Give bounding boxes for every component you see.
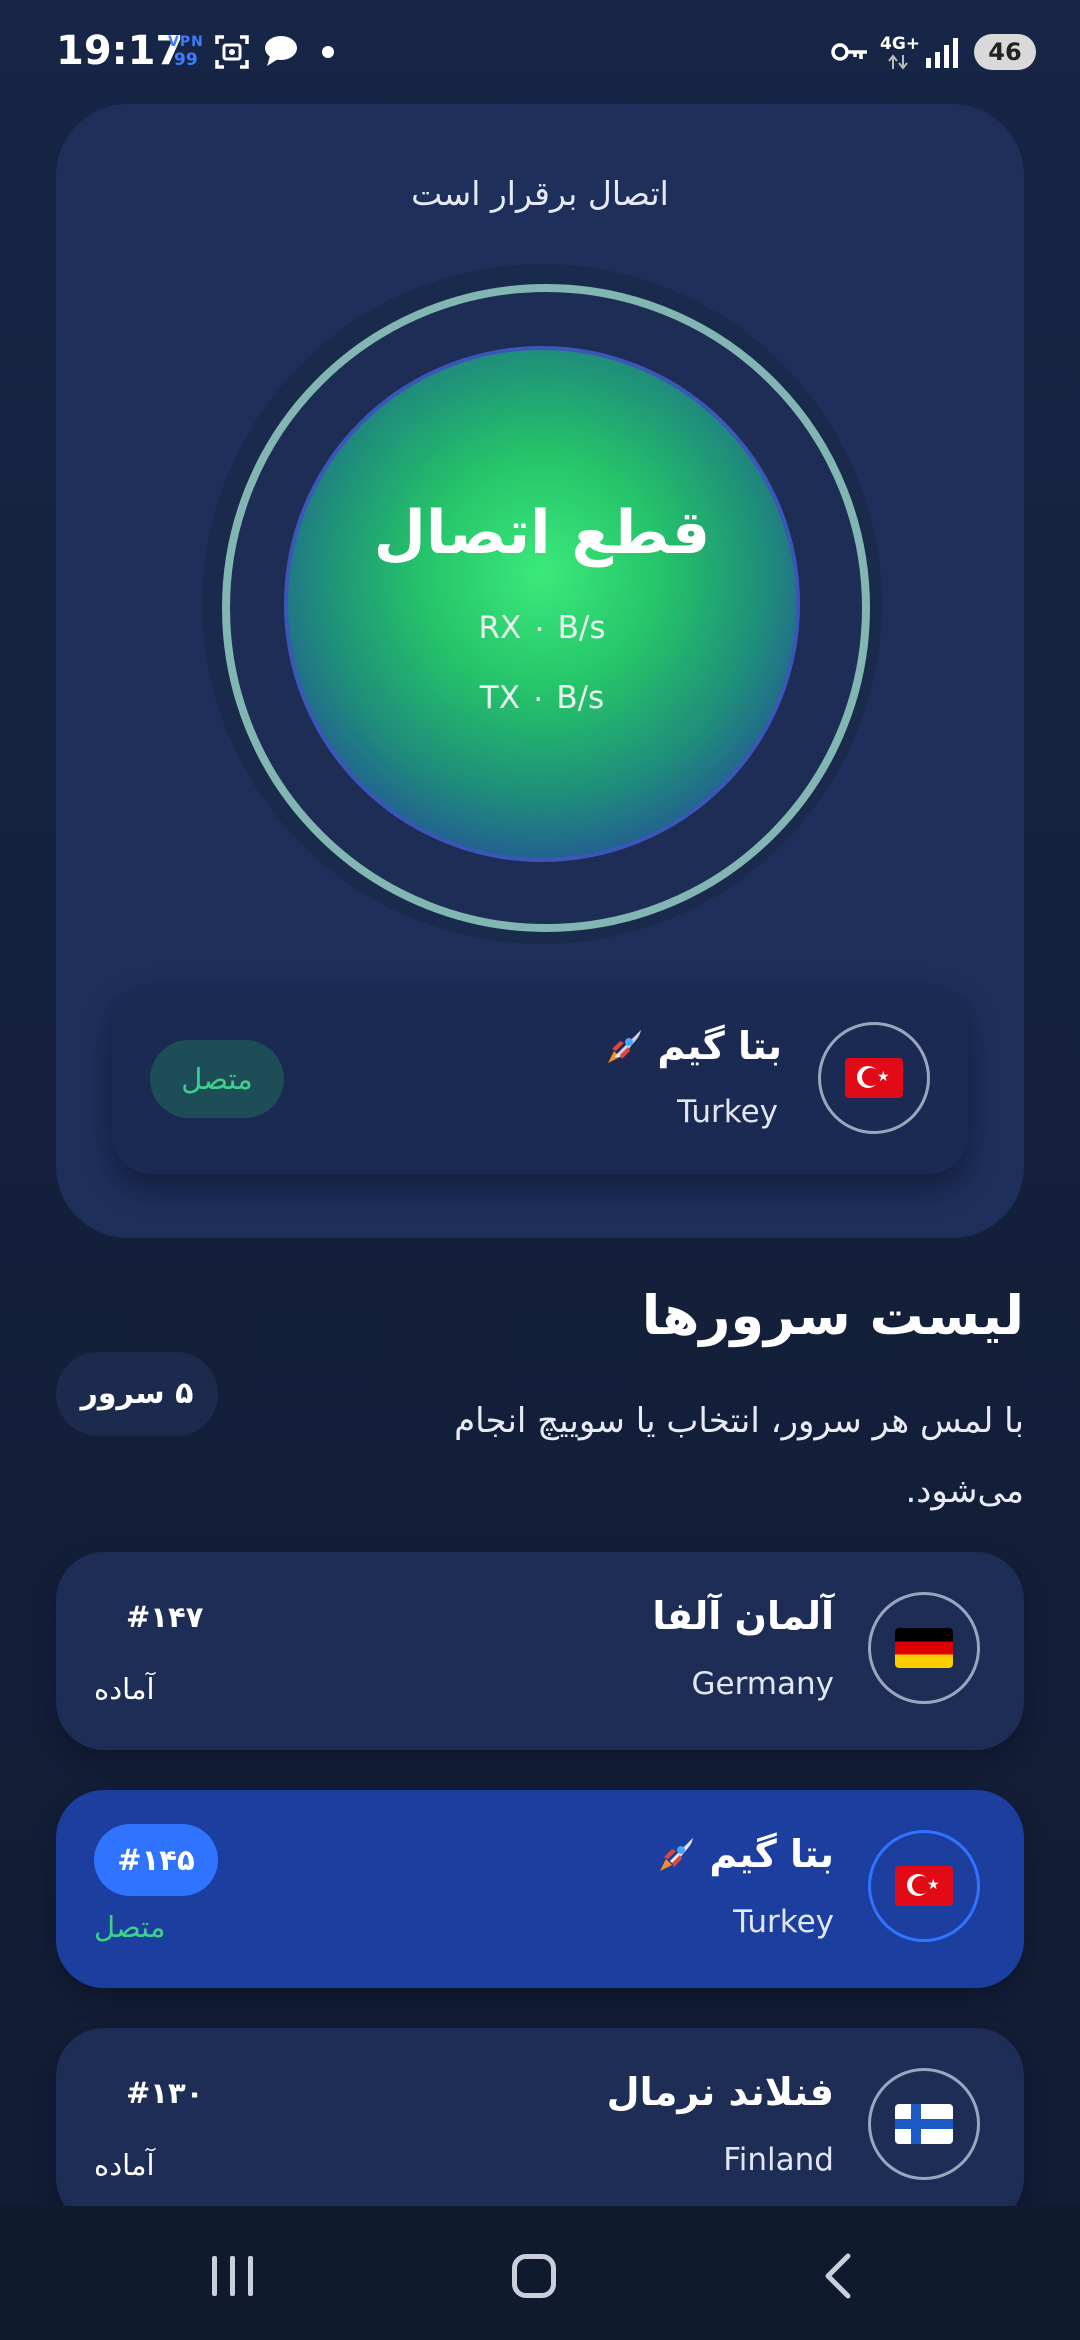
server-number: #۱۴۵ [94,1824,218,1896]
server-name: بتا گیم [709,1832,834,1876]
server-number: #۱۳۰ [126,2076,204,2110]
server-state: آماده [94,1672,155,1706]
status-time: 19:17 [56,28,184,74]
screenshot-icon [215,35,249,69]
rocket-icon [608,1029,642,1063]
back-icon[interactable] [820,2252,856,2300]
server-name-row: بتا گیم [652,1832,834,1879]
finland-flag-icon [868,2068,980,2180]
rx-speed: RX ۰ B/s [478,610,606,646]
system-nav-bar [0,2206,1080,2340]
status-bar: 19:17 VPN 99 4G+ 46 [0,0,1080,104]
server-name: فنلاند نرمال [606,2070,834,2114]
recents-icon[interactable] [212,2256,256,2296]
current-server-name: بتا گیم [657,1024,782,1068]
connected-badge: متصل [150,1040,284,1118]
germany-flag-icon [868,1592,980,1704]
turkey-flag-icon: ★ [868,1830,980,1942]
chat-icon [265,36,297,66]
server-name: آلمان آلفا [652,1594,834,1638]
network-type: 4G+ [880,34,921,54]
tx-speed: TX ۰ B/s [479,680,605,716]
server-state: آماده [94,2148,155,2182]
server-country: Finland [723,2142,834,2178]
server-item-turkey[interactable]: ★ بتا گیم Turkey #۱۴۵ متصل [56,1790,1024,1988]
server-list-subtitle: با لمس هر سرور، انتخاب یا سوییچ انجام می… [454,1401,1024,1511]
disconnect-button[interactable]: قطع اتصال RX ۰ B/s TX ۰ B/s [284,346,800,862]
notification-dot-icon [322,46,334,58]
rocket-icon [660,1837,694,1871]
current-server-card[interactable]: ★ بتا گیم Turkey متصل [112,984,968,1174]
server-number: #۱۴۷ [126,1600,204,1634]
vpn-icon-number: 99 [174,50,198,70]
server-item-germany[interactable]: آلمان آلفا Germany #۱۴۷ آماده [56,1552,1024,1750]
connection-status: اتصال برقرار است [411,174,669,213]
server-item-finland[interactable]: فنلاند نرمال Finland #۱۳۰ آماده [56,2028,1024,2226]
home-icon[interactable] [512,2254,556,2298]
vpn-icon: VPN 99 [168,34,208,72]
server-country: Turkey [733,1904,834,1940]
data-arrows-icon [888,54,908,70]
vpn-icon-label: VPN [168,34,204,50]
connection-card: اتصال برقرار است قطع اتصال RX ۰ B/s TX ۰… [56,104,1024,1238]
server-list-title: لیست سرورها [641,1284,1024,1347]
signal-icon [926,38,958,68]
current-server-name-row: بتا گیم [600,1024,782,1071]
turkey-flag-icon: ★ [818,1022,930,1134]
server-country: Germany [691,1666,834,1702]
server-count-badge: ۵ سرور [56,1352,218,1436]
battery-level: 46 [974,34,1036,70]
disconnect-label: قطع اتصال [373,498,711,568]
server-state: متصل [94,1910,166,1944]
current-server-country: Turkey [677,1094,778,1130]
key-icon [831,43,867,61]
